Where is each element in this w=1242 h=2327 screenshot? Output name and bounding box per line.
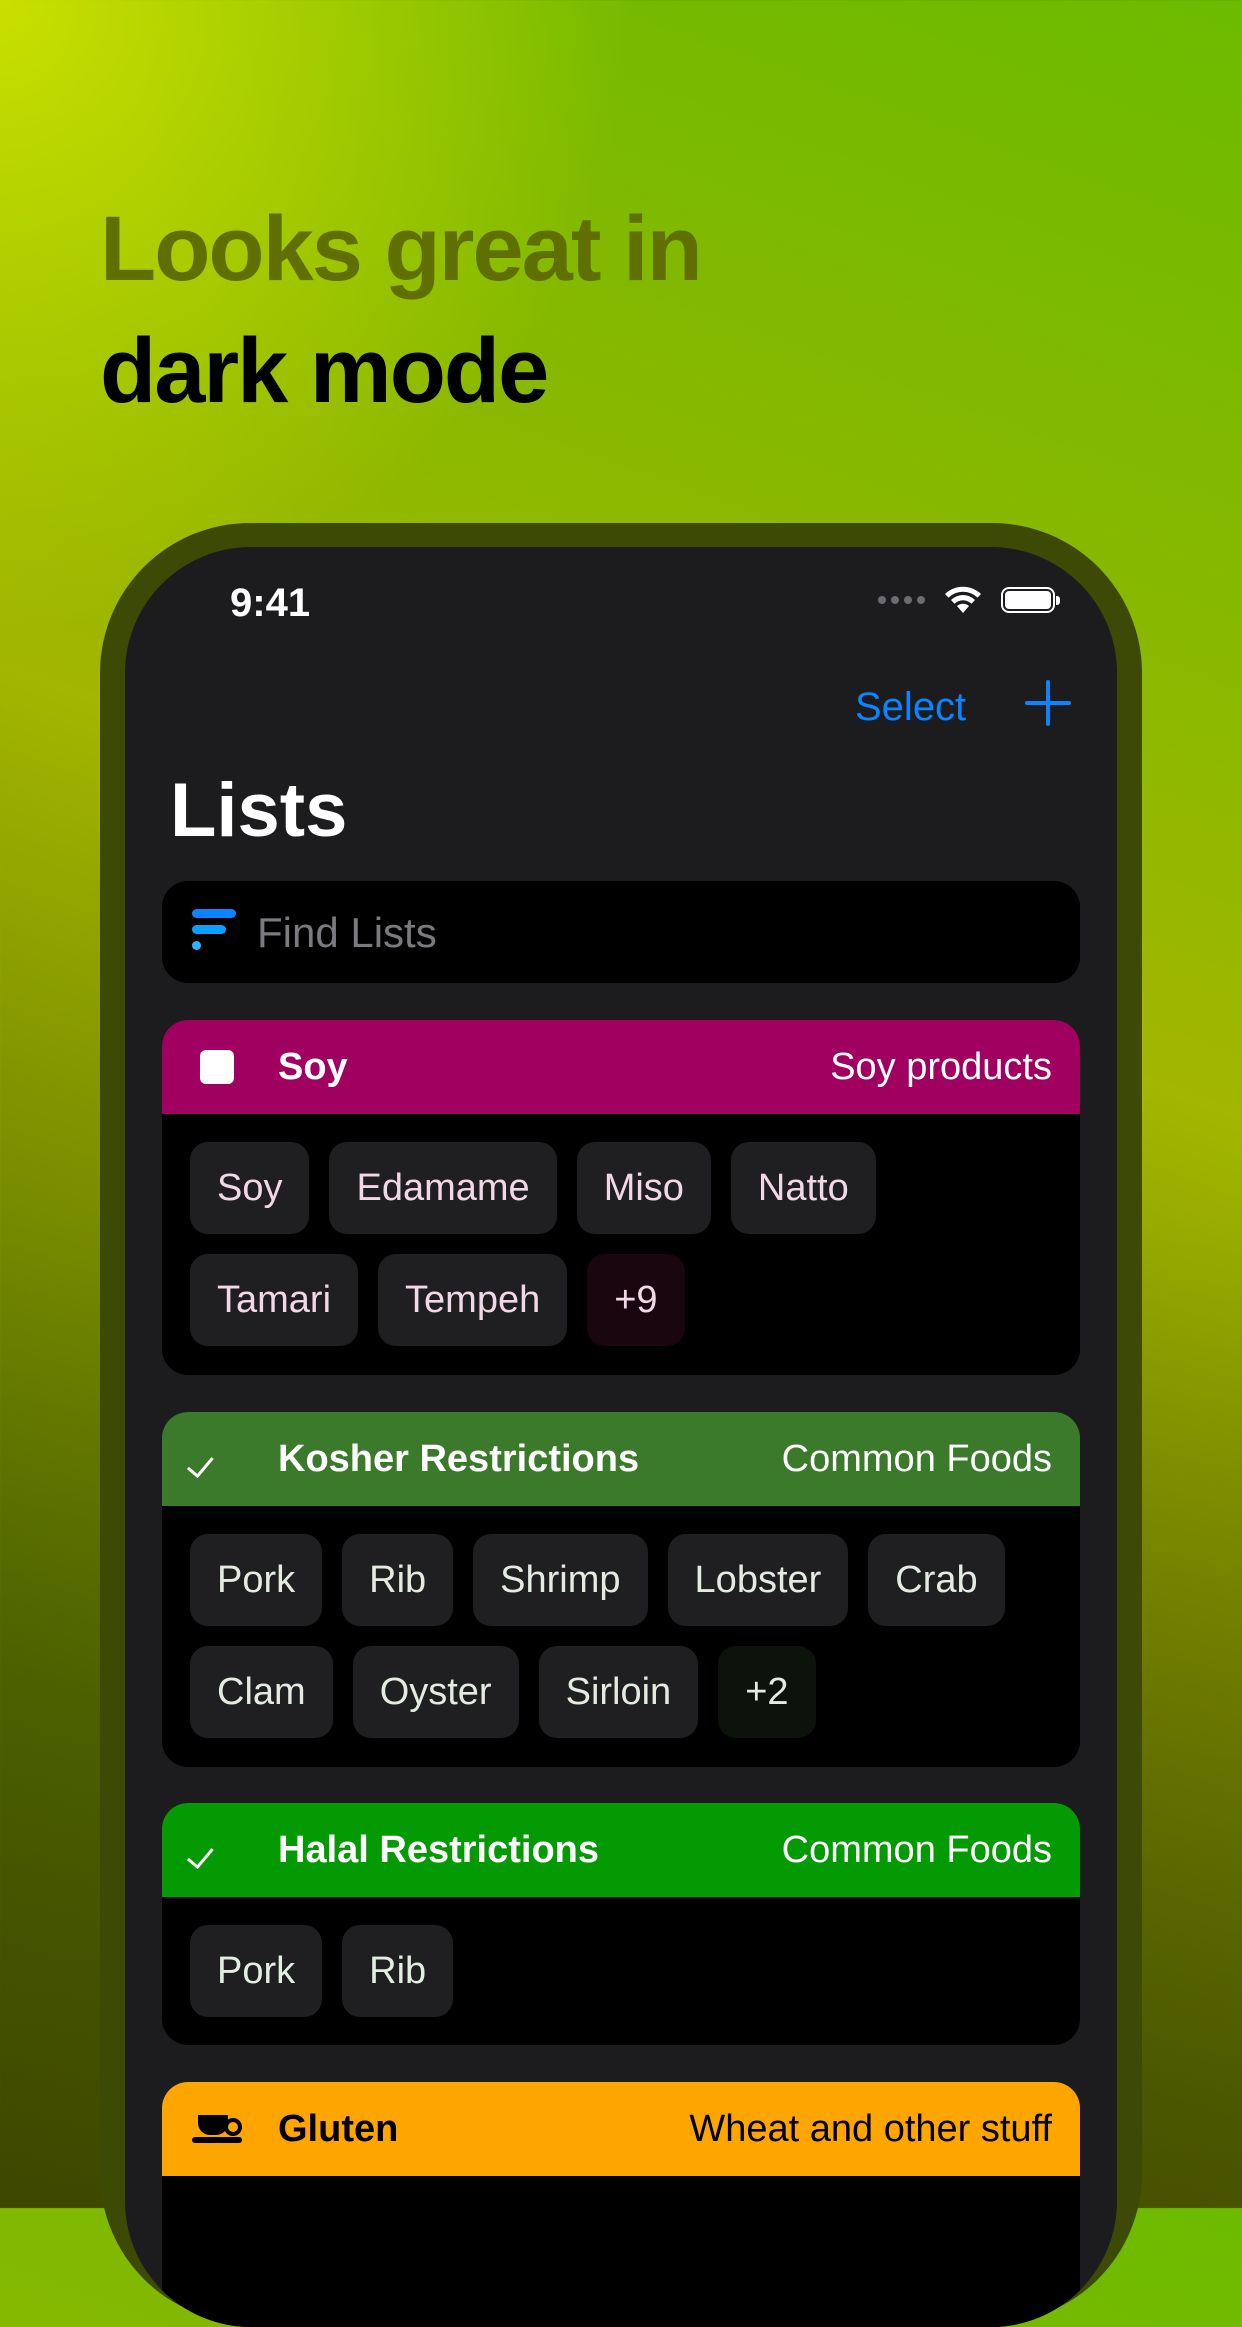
checkmark-icon[interactable]: [192, 1825, 242, 1875]
item-chip[interactable]: Rib: [342, 1534, 454, 1626]
list-card[interactable]: Halal Restrictions Common Foods Pork Rib: [162, 1803, 1080, 2045]
checkbox-square-icon[interactable]: [192, 1042, 242, 1092]
filter-icon: [192, 907, 240, 955]
item-chip[interactable]: Pork: [190, 1534, 323, 1626]
add-list-button[interactable]: [1018, 674, 1078, 734]
item-chip[interactable]: Shrimp: [473, 1534, 648, 1626]
list-card-header[interactable]: Kosher Restrictions Common Foods: [162, 1412, 1080, 1506]
wifi-icon: [945, 586, 981, 613]
item-chip[interactable]: Miso: [576, 1142, 711, 1234]
item-chip[interactable]: Soy: [190, 1142, 310, 1234]
list-items: Pork Rib: [162, 1897, 1080, 2017]
headline-line-2: dark mode: [100, 320, 549, 422]
item-chip[interactable]: Rib: [342, 1925, 454, 2017]
item-chip[interactable]: Edamame: [329, 1142, 557, 1234]
list-items: Pork Rib Shrimp Lobster Crab Clam Oyster Sirloi…: [162, 1506, 1080, 1738]
list-card-header[interactable]: Gluten Wheat and other stuff: [162, 2082, 1080, 2176]
status-time: 9:41: [230, 581, 311, 625]
list-subtitle: Wheat and other stuff: [689, 2107, 1052, 2150]
list-title: Gluten: [278, 2107, 399, 2150]
list-card-header[interactable]: Halal Restrictions Common Foods: [162, 1803, 1080, 1897]
marketing-headline: Looks great in dark mode: [100, 188, 703, 432]
list-items: Soy Edamame Miso Natto Tamari Tempeh +9: [162, 1114, 1080, 1346]
list-subtitle: Soy products: [830, 1045, 1052, 1088]
list-card[interactable]: Soy Soy products Soy Edamame Miso Natto Tamari…: [162, 1020, 1080, 1375]
list-title: Halal Restrictions: [278, 1828, 599, 1871]
list-items: [162, 2176, 1080, 2204]
list-card-header[interactable]: Soy Soy products: [162, 1020, 1080, 1114]
select-button[interactable]: Select: [855, 685, 966, 730]
item-chip[interactable]: Oyster: [352, 1646, 519, 1738]
list-subtitle: Common Foods: [781, 1828, 1052, 1871]
signal-icon: [878, 596, 925, 604]
status-icons: [878, 585, 1060, 615]
item-chip[interactable]: Natto: [730, 1142, 876, 1234]
cup-icon[interactable]: [192, 2104, 242, 2154]
more-items-chip[interactable]: +9: [587, 1254, 685, 1346]
list-card[interactable]: Gluten Wheat and other stuff: [162, 2082, 1080, 2327]
list-title: Soy: [278, 1045, 348, 1088]
item-chip[interactable]: Clam: [190, 1646, 333, 1738]
more-items-chip[interactable]: +2: [718, 1646, 816, 1738]
item-chip[interactable]: Pork: [190, 1925, 323, 2017]
list-subtitle: Common Foods: [781, 1437, 1052, 1480]
list-title: Kosher Restrictions: [278, 1437, 640, 1480]
page-title: Lists: [170, 768, 348, 853]
item-chip[interactable]: Sirloin: [538, 1646, 699, 1738]
battery-icon: [1001, 587, 1060, 613]
search-input[interactable]: [255, 881, 1039, 985]
headline-line-1: Looks great in: [100, 198, 703, 300]
search-bar[interactable]: [162, 881, 1080, 985]
item-chip[interactable]: Crab: [868, 1534, 1005, 1626]
item-chip[interactable]: Tamari: [190, 1254, 359, 1346]
list-card[interactable]: Kosher Restrictions Common Foods Pork Rib Sh…: [162, 1412, 1080, 1767]
item-chip[interactable]: Lobster: [667, 1534, 849, 1626]
item-chip[interactable]: Tempeh: [378, 1254, 568, 1346]
checkmark-icon[interactable]: [192, 1434, 242, 1484]
phone-screen: 9:41 Select Lists SoySoy productsSoyEdam…: [125, 547, 1117, 2327]
